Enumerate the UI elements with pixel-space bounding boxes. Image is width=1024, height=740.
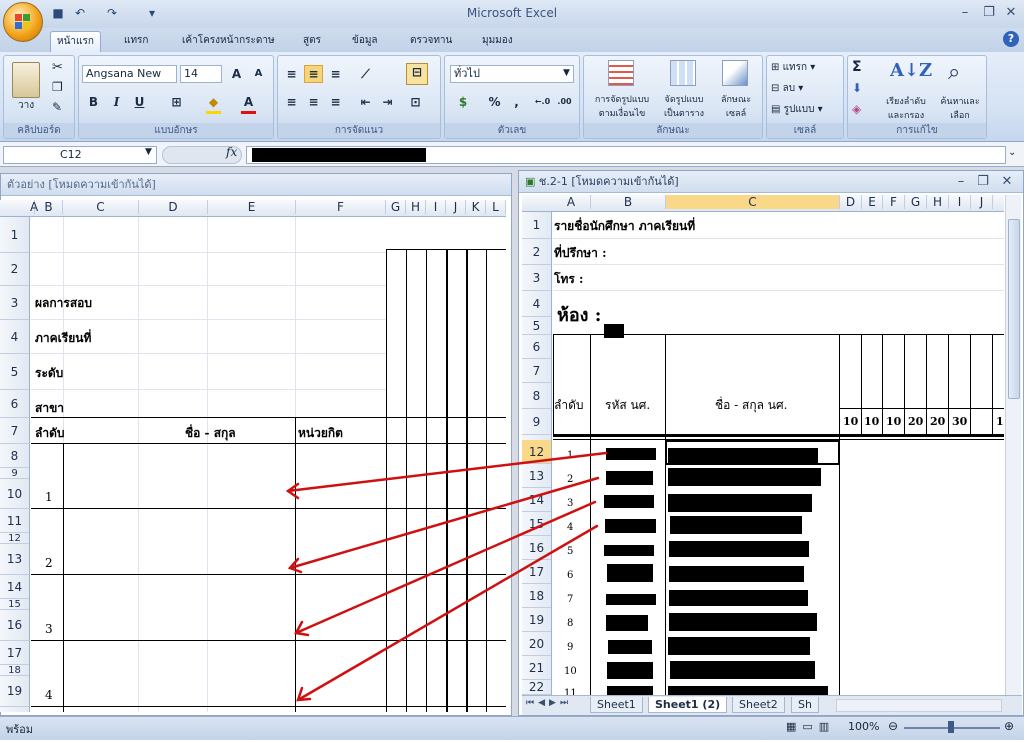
annotation-arrows xyxy=(285,451,608,702)
zoom-in-icon[interactable]: ⊕ xyxy=(1004,719,1014,733)
view-buttons-icons[interactable]: ▦▭▥ xyxy=(786,720,835,733)
zoom-level[interactable]: 100% xyxy=(848,720,879,733)
arrow-1 xyxy=(286,451,608,493)
zoom-slider-thumb[interactable] xyxy=(948,721,954,733)
office-logo-icon xyxy=(15,14,31,30)
zoom-out-icon[interactable]: ⊖ xyxy=(888,719,898,733)
office-button[interactable] xyxy=(3,2,43,42)
status-ready: พร้อม xyxy=(6,723,34,736)
arrow-2 xyxy=(288,476,600,570)
